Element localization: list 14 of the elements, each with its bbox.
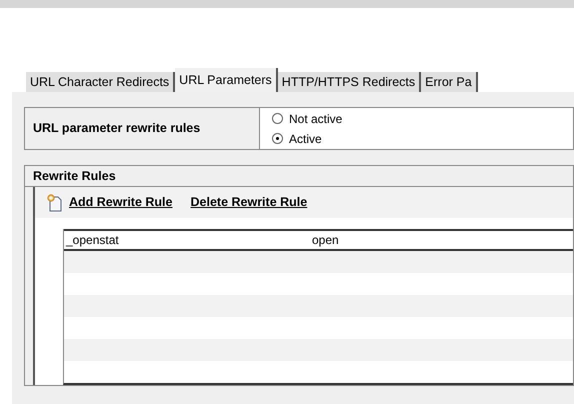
radio-button[interactable]: [272, 133, 283, 144]
tab[interactable]: URL Parameters: [175, 68, 278, 92]
radio-button[interactable]: [272, 113, 283, 124]
table-cell-text: _openstat: [64, 232, 120, 249]
action-link[interactable]: Delete Rewrite Rule: [190, 193, 308, 212]
setting-label: URL parameter rewrite rules: [25, 108, 260, 149]
radio-option[interactable]: Active: [272, 130, 342, 146]
radio-option[interactable]: Not active: [272, 110, 342, 126]
tab[interactable]: HTTP/HTTPS Redirects: [278, 72, 422, 92]
tab[interactable]: URL Character Redirects: [26, 72, 176, 92]
table-cell-text: open: [312, 232, 340, 249]
new-document-icon: [47, 194, 63, 212]
action-link[interactable]: Add Rewrite Rule: [69, 193, 172, 212]
tab[interactable]: Error Pa: [421, 72, 478, 92]
